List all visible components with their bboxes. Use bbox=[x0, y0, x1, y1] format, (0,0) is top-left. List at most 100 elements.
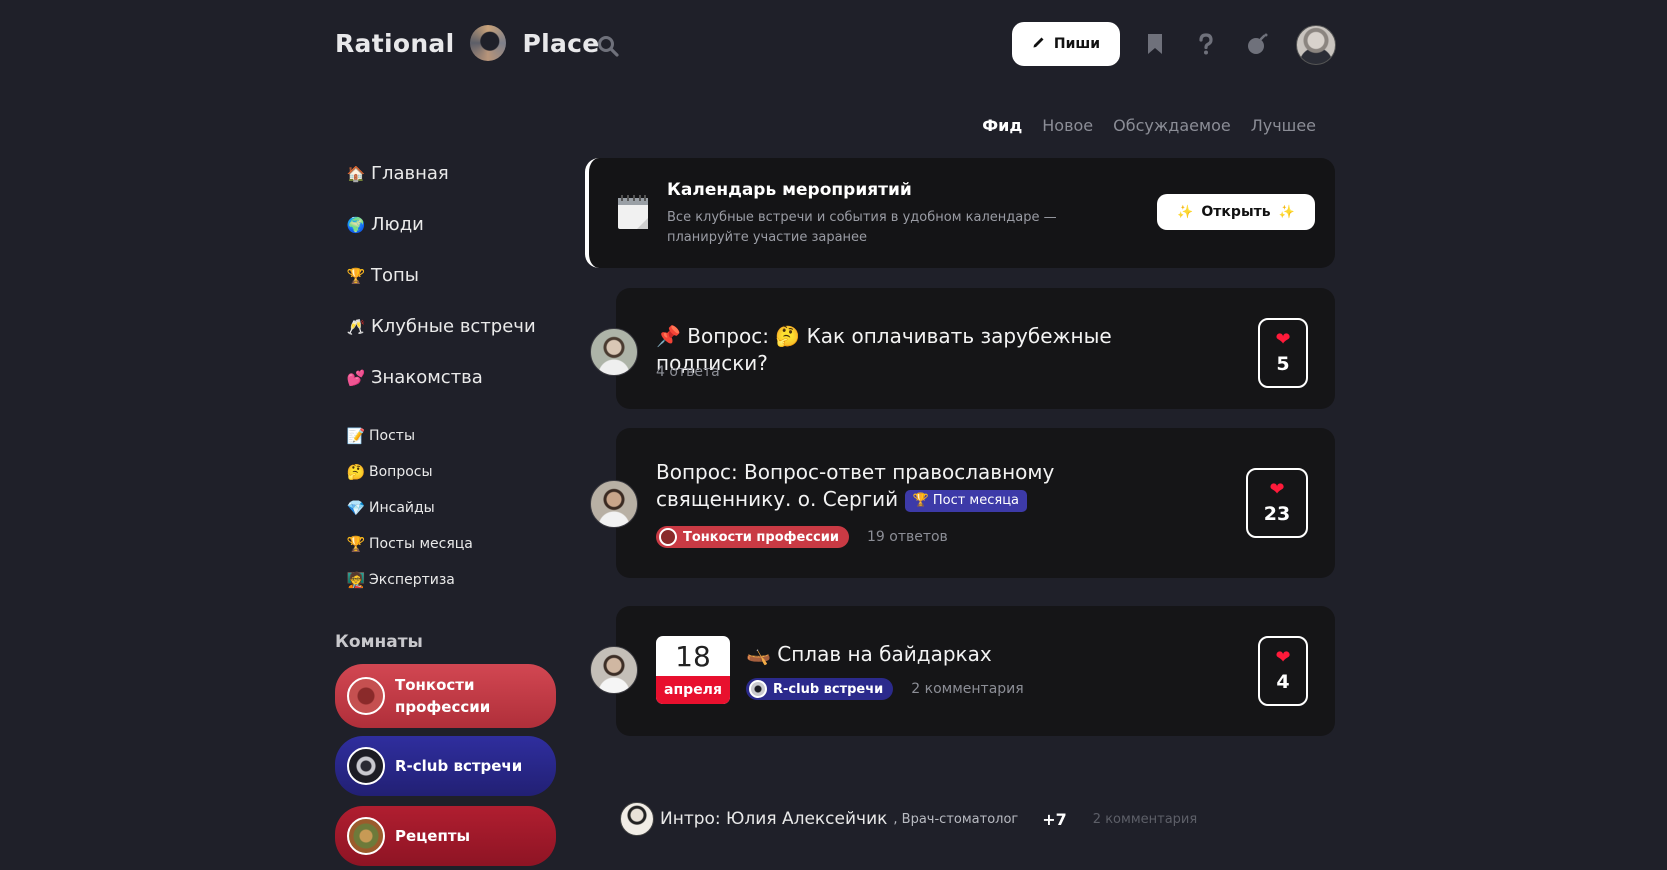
author-avatar[interactable] bbox=[590, 480, 638, 528]
like-count: 23 bbox=[1263, 503, 1291, 525]
sparkles-icon: ✨ bbox=[1177, 204, 1194, 220]
comments-count[interactable]: 2 комментария bbox=[911, 681, 1023, 697]
author-avatar[interactable] bbox=[620, 802, 654, 836]
room-label: Рецепты bbox=[395, 827, 471, 845]
replies-count[interactable]: 19 ответов bbox=[867, 529, 948, 545]
room-label: Тонкости профессии bbox=[395, 676, 491, 716]
like-button[interactable]: ❤ 4 bbox=[1258, 636, 1308, 706]
event-day: 18 bbox=[675, 639, 711, 673]
calendar-icon bbox=[617, 194, 649, 230]
nav-item-home[interactable]: 🏠 Главная bbox=[345, 148, 536, 199]
room-avatar bbox=[347, 677, 385, 715]
like-count: 4 bbox=[1276, 671, 1290, 693]
room-recipes[interactable]: Рецепты bbox=[335, 806, 556, 866]
nav-item-people[interactable]: 🌍 Люди bbox=[345, 199, 536, 250]
teacher-icon: 🧑‍🏫 bbox=[346, 571, 366, 589]
comments-count[interactable]: 2 комментария bbox=[1093, 812, 1197, 827]
intro-role: , Врач-стоматолог bbox=[893, 811, 1019, 827]
open-calendar-button[interactable]: ✨ Открыть ✨ bbox=[1157, 194, 1315, 230]
tab-new[interactable]: Новое bbox=[1042, 116, 1093, 135]
nav-item-label: Главная bbox=[371, 163, 449, 184]
replies-count[interactable]: 4 ответа bbox=[656, 364, 720, 380]
search-icon[interactable] bbox=[596, 34, 620, 58]
room-tag[interactable]: R-club встречи bbox=[746, 678, 894, 700]
hearts-icon: 💕 bbox=[346, 368, 366, 387]
nav-item-label: Люди bbox=[371, 214, 424, 235]
calendar-description: Все клубные встречи и события в удобном … bbox=[667, 210, 1057, 245]
room-tag-avatar bbox=[749, 680, 767, 698]
nav-item-questions[interactable]: 🤔 Вопросы bbox=[345, 454, 473, 490]
globe-icon: 🌍 bbox=[346, 215, 366, 234]
like-count: 5 bbox=[1276, 353, 1290, 375]
event-month: апреля bbox=[656, 676, 730, 704]
open-button-label: Открыть bbox=[1201, 204, 1271, 220]
main-nav: 🏠 Главная 🌍 Люди 🏆 Топы 🥂 Клубные встреч… bbox=[345, 148, 536, 403]
heart-icon: ❤ bbox=[1275, 647, 1291, 668]
room-tag-avatar bbox=[659, 528, 677, 546]
pencil-icon bbox=[1032, 35, 1046, 53]
bookmark-icon[interactable] bbox=[1143, 32, 1167, 56]
nav-item-label: Экспертиза bbox=[369, 572, 455, 588]
write-button-label: Пиши bbox=[1053, 36, 1101, 52]
post-card[interactable]: Вопрос: Вопрос-ответ православному свяще… bbox=[590, 428, 1335, 578]
post-title-wrap[interactable]: Вопрос: Вопрос-ответ православному свяще… bbox=[656, 459, 1176, 513]
room-label: R-club встречи bbox=[395, 757, 523, 775]
nav-item-dating[interactable]: 💕 Знакомства bbox=[345, 352, 536, 403]
gem-icon: 💎 bbox=[346, 499, 366, 517]
memo-icon: 📝 bbox=[346, 427, 366, 445]
nav-item-label: Знакомства bbox=[371, 367, 483, 388]
rooms-title: Комнаты bbox=[335, 632, 423, 652]
room-tag-label: R-club встречи bbox=[773, 681, 884, 697]
like-button[interactable]: ❤ 5 bbox=[1258, 318, 1308, 388]
nav-item-label: Инсайды bbox=[369, 500, 435, 516]
logo-text-left: Rational bbox=[335, 28, 455, 58]
intro-title[interactable]: Интро: Юлия Алексейчик bbox=[660, 809, 887, 829]
tab-feed[interactable]: Фид bbox=[982, 116, 1022, 135]
trophy-icon: 🏆 bbox=[346, 266, 366, 285]
nav-item-club-meetings[interactable]: 🥂 Клубные встречи bbox=[345, 301, 536, 352]
nav-item-label: Топы bbox=[371, 265, 419, 286]
heart-icon: ❤ bbox=[1275, 329, 1291, 350]
room-rclub-meetings[interactable]: R-club встречи bbox=[335, 736, 556, 796]
logo[interactable]: Rational Place bbox=[335, 22, 600, 64]
post-title[interactable]: 🛶 Сплав на байдарках bbox=[746, 641, 1226, 668]
calendar-card: Календарь мероприятий Все клубные встреч… bbox=[585, 158, 1335, 268]
room-avatar bbox=[347, 817, 385, 855]
room-professional-nuances[interactable]: Тонкости профессии bbox=[335, 664, 556, 728]
tab-discussed[interactable]: Обсуждаемое bbox=[1113, 116, 1231, 135]
tab-best[interactable]: Лучшее bbox=[1251, 116, 1316, 135]
help-icon[interactable] bbox=[1194, 32, 1218, 56]
logo-mark-icon bbox=[470, 25, 507, 61]
house-icon: 🏠 bbox=[346, 164, 366, 183]
room-tag[interactable]: Тонкости профессии bbox=[656, 526, 849, 548]
nav-item-insights[interactable]: 💎 Инсайды bbox=[345, 490, 473, 526]
heart-icon: ❤ bbox=[1269, 479, 1285, 500]
nav-item-posts[interactable]: 📝 Посты bbox=[345, 418, 473, 454]
post-card[interactable]: 📌 Вопрос: 🤔 Как оплачивать зарубежные по… bbox=[590, 288, 1335, 409]
nav-item-tops[interactable]: 🏆 Топы bbox=[345, 250, 536, 301]
calendar-title: Календарь мероприятий bbox=[667, 180, 912, 200]
post-of-month-badge[interactable]: 🏆 Пост месяца bbox=[904, 489, 1028, 512]
event-card[interactable]: 18 апреля 🛶 Сплав на байдарках R-club вс… bbox=[590, 606, 1335, 736]
content-nav: 📝 Посты 🤔 Вопросы 💎 Инсайды 🏆 Посты меся… bbox=[345, 418, 473, 598]
nav-item-posts-of-month[interactable]: 🏆 Посты месяца bbox=[345, 526, 473, 562]
sparkles-icon: ✨ bbox=[1278, 204, 1295, 220]
like-button[interactable]: ❤ 23 bbox=[1246, 468, 1308, 538]
thinking-icon: 🤔 bbox=[346, 463, 366, 481]
write-button[interactable]: Пиши bbox=[1012, 22, 1120, 66]
event-date: 18 апреля bbox=[656, 636, 730, 704]
sort-tabs: Фид Новое Обсуждаемое Лучшее bbox=[982, 116, 1316, 135]
intro-plus-count[interactable]: +7 bbox=[1042, 810, 1067, 829]
author-avatar[interactable] bbox=[590, 328, 638, 376]
nav-item-expertise[interactable]: 🧑‍🏫 Экспертиза bbox=[345, 562, 473, 598]
author-avatar[interactable] bbox=[590, 646, 638, 694]
logo-text-right: Place bbox=[522, 28, 600, 58]
nav-item-label: Вопросы bbox=[369, 464, 433, 480]
room-avatar bbox=[347, 747, 385, 785]
bomb-icon[interactable] bbox=[1246, 32, 1270, 56]
intro-row[interactable]: Интро: Юлия Алексейчик, Врач-стоматолог … bbox=[620, 802, 1197, 836]
user-avatar[interactable] bbox=[1296, 25, 1336, 65]
nav-item-label: Посты месяца bbox=[369, 536, 473, 552]
post-title[interactable]: 📌 Вопрос: 🤔 Как оплачивать зарубежные по… bbox=[656, 323, 1216, 377]
trophy-icon: 🏆 bbox=[346, 535, 366, 553]
